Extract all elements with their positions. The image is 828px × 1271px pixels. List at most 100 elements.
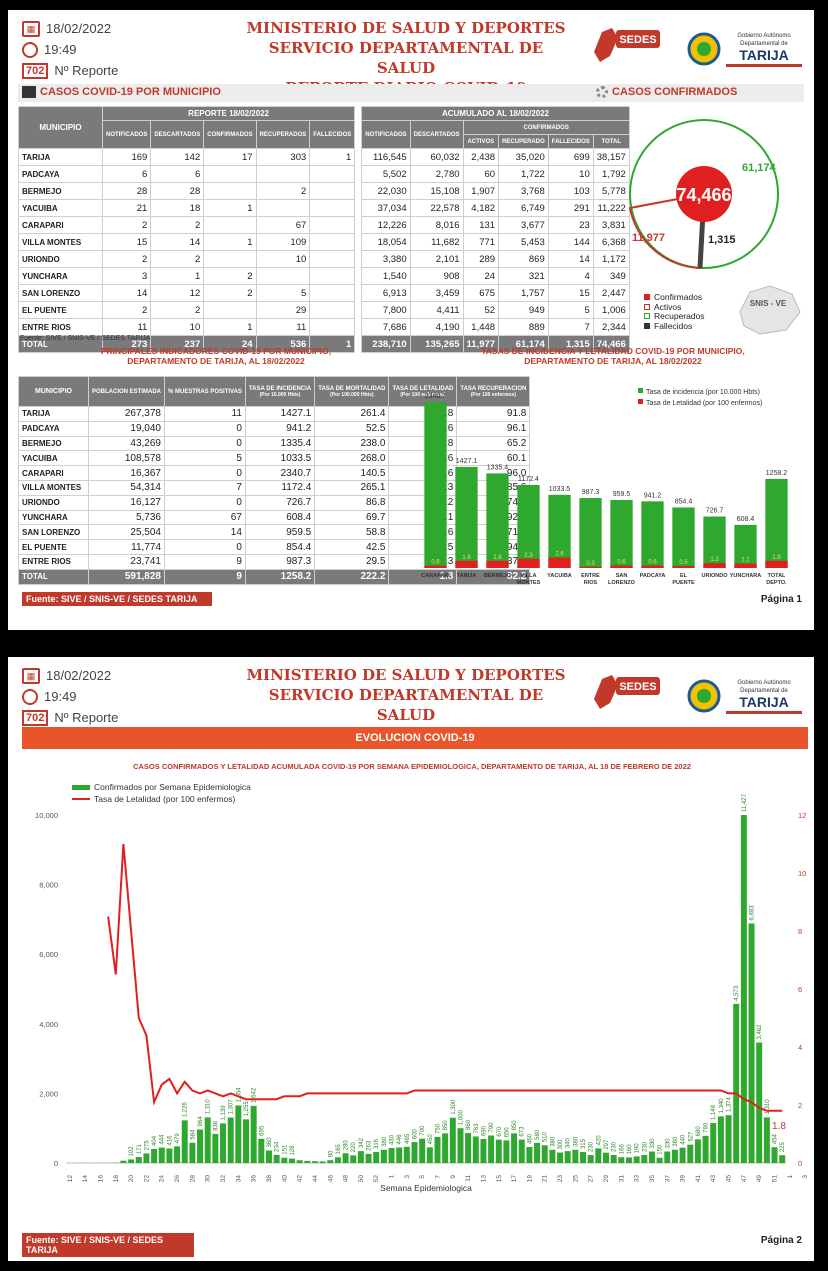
weekly-cases-bar [120, 1160, 127, 1163]
bar-value-label: 234 [275, 1141, 281, 1152]
x-tick-label: 49 [756, 1175, 763, 1183]
table-cell: 10 [255, 250, 311, 268]
municipio-cell: CARAPARI [18, 216, 103, 234]
lethality-bar [641, 565, 664, 568]
donut-activos-label: 11,977 [632, 232, 665, 244]
table-cell: 0 [164, 435, 246, 452]
category-label: TARIJA [457, 573, 476, 579]
municipio-cell: BERMEJO [18, 182, 103, 200]
table-cell: 1335.4 [244, 435, 316, 452]
weekly-cases-bar [334, 1157, 341, 1163]
table-row: BERMEJO 28 28 2 22,030 15,108 1,907 3,768 103 5,7… [18, 182, 630, 200]
bar-value-label: 220 [351, 1142, 357, 1153]
bar-value-label: 1,642 [252, 1087, 258, 1103]
legend-label: Tasa de Letalidad (por 100 enfermos) [646, 400, 762, 407]
lethality-bar [486, 560, 509, 568]
table-cell: 52.5 [314, 420, 390, 437]
table-cell: 116,545 [361, 148, 411, 166]
x-tick-label: 29 [603, 1175, 610, 1183]
clock-icon [22, 688, 38, 705]
x-tick-label: 47 [741, 1175, 748, 1183]
incidence-bar [486, 473, 509, 568]
x-tick-label: 34 [235, 1175, 242, 1183]
weekly-cases-bar [235, 1105, 242, 1163]
bar-value-label: 225 [780, 1141, 786, 1152]
sedes-logo: SEDES [594, 675, 660, 709]
table-cell: 289 [462, 250, 500, 268]
table-cell: 58.8 [314, 524, 390, 541]
acumulado-header: ACUMULADO AL 18/02/2022 [361, 106, 630, 121]
weekly-cases-bar [373, 1152, 380, 1163]
bar-value-label: 297 [604, 1139, 610, 1150]
cases-table-body: TARIJA 169 142 17 303 1 116,545 60,032 2,438 35,0… [18, 148, 630, 353]
incidence-bar [455, 466, 478, 568]
municipio-cell: TARIJA [18, 148, 103, 166]
weekly-cases-bar [189, 1142, 196, 1163]
table-cell: 222.2 [314, 568, 390, 585]
legend-label: Tasa de incidencia (por 10.000 Hbts) [646, 389, 760, 396]
table-cell: 2 [203, 284, 257, 302]
bar-value-label: 790 [489, 1122, 495, 1133]
bar-value-label: 1,148 [711, 1104, 717, 1120]
lethality-value-label: 0.6 [617, 560, 626, 566]
incidence-value-label: 1033.5 [549, 486, 571, 493]
bar-value-label: 128 [290, 1145, 296, 1156]
incidence-value-label: 2340.7 [425, 393, 447, 400]
x-tick-label: 21 [542, 1175, 549, 1183]
table-cell [309, 301, 356, 319]
x-tick-label: 36 [251, 1175, 258, 1183]
donut-legend: Confirmados Activos Recuperados Fallecid… [644, 292, 705, 331]
weekly-cases-bar [380, 1149, 387, 1163]
table-cell: 987.3 [244, 553, 316, 570]
table-cell: 2 [255, 182, 311, 200]
table-cell: 4,182 [462, 199, 500, 217]
confirmados-section-title: CASOS CONFIRMADOS [596, 86, 737, 98]
donut-fallecidos-label: 1,315 [708, 234, 736, 246]
x-tick-label: 1 [389, 1175, 396, 1179]
table-cell: 69.7 [314, 509, 390, 526]
table-cell: 265.1 [314, 479, 390, 496]
table-cell: 28 [101, 182, 152, 200]
municipio-cell: YACUIBA [18, 199, 103, 217]
x-tick-label: 38 [266, 1175, 273, 1183]
weekly-cases-bar [702, 1135, 709, 1163]
table-cell: 959.5 [244, 524, 316, 541]
table-cell: 37,034 [361, 199, 411, 217]
x-tick-label: 43 [710, 1175, 717, 1183]
weekly-cases-bar [273, 1154, 280, 1163]
weekly-cases-bar [580, 1152, 587, 1163]
table-cell: 889 [498, 318, 549, 336]
weekly-cases-bar [243, 1119, 249, 1163]
municipio-cell: PADCAYA [18, 420, 89, 437]
y2-tick-label: 2 [798, 1101, 802, 1110]
service-title: SERVICIO DEPARTAMENTAL DE SALUD [268, 686, 544, 724]
bar-value-label: 404 [152, 1135, 158, 1146]
table-cell: 908 [409, 267, 464, 285]
weekly-cases-bar [472, 1136, 479, 1163]
bar-value-label: 964 [198, 1116, 204, 1127]
incidence-bar [579, 498, 602, 568]
report-page-2: ▦ 18/02/2022 19:49 702 Nº Reporte MINISTER… [8, 657, 814, 1261]
weekly-cases-bar [779, 1155, 786, 1163]
bar-value-label: 454 [773, 1134, 779, 1145]
calendar-icon: ▦ [22, 20, 40, 37]
table-cell: 24 [462, 267, 500, 285]
weekly-cases-chart: CASOS CONFIRMADOS Y LETALIDAD ACUMULADA … [35, 762, 809, 1193]
legend-swatch [638, 388, 643, 393]
incidence-value-label: 1335.4 [487, 464, 509, 471]
snis-label: SNIS - VE [750, 299, 787, 308]
table-row: SAN LORENZO 14 12 2 5 6,913 3,459 675 1,757 15 2,4… [18, 284, 630, 302]
weekly-cases-bar [158, 1147, 165, 1163]
table-cell: 7 [547, 318, 594, 336]
table-cell: 15 [101, 233, 152, 251]
weekly-cases-bar [135, 1157, 142, 1163]
bar-value-label: 380 [550, 1136, 556, 1147]
conf-col: RECUPERADO [498, 134, 549, 149]
weekly-cases-bar [151, 1148, 158, 1163]
weekly-cases-bar [327, 1160, 334, 1163]
source-note-small: Fuente: SIVE / SNIS-VE / SEDES TARIJA [20, 335, 151, 342]
ind-col: TASA DE INCIDENCIA (Por 10.000 Hbts) [244, 376, 316, 407]
table-cell: 29.5 [314, 553, 390, 570]
bar-value-label: 850 [512, 1120, 518, 1131]
lethality-value-label: 1.2 [710, 557, 719, 563]
